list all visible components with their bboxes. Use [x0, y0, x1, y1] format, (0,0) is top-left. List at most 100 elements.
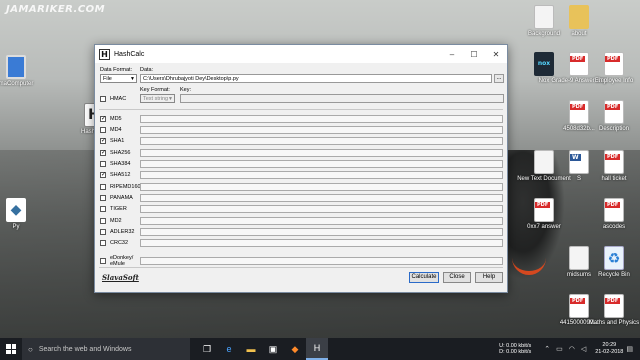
- battery-icon[interactable]: ▭: [556, 345, 563, 353]
- help-button[interactable]: Help: [475, 272, 503, 283]
- hash-result-field[interactable]: [140, 148, 503, 157]
- taskbar-app-app-orange[interactable]: ◆: [284, 338, 306, 360]
- key-input[interactable]: [180, 94, 504, 103]
- algorithm-row: PANAMA: [100, 193, 140, 202]
- clock[interactable]: 20:29 21-02-2018: [595, 342, 623, 356]
- taskbar-app-task-view[interactable]: ❐: [196, 338, 218, 360]
- desktop-icon-python[interactable]: ◆ Py: [0, 198, 44, 231]
- network-speed: U: 0.00 kbit/s D: 0.00 kbit/s: [499, 343, 532, 355]
- algorithm-name: SHA1: [110, 138, 125, 145]
- desktop-icon-about[interactable]: about: [551, 5, 607, 38]
- notification-icon[interactable]: ▤: [626, 345, 633, 353]
- desktop-icon-label: about: [571, 31, 587, 37]
- taskbar-app-hashcalc[interactable]: H: [306, 338, 328, 360]
- window-title: HashCalc: [114, 50, 145, 58]
- pdf-icon: [604, 198, 624, 222]
- start-button[interactable]: [0, 338, 22, 360]
- desktop-icon-description[interactable]: Description: [586, 100, 640, 133]
- chevron-down-icon: ▼: [130, 76, 135, 82]
- file-explorer-icon: ▬: [246, 344, 256, 354]
- algorithm-row: ADLER32: [100, 228, 140, 237]
- algorithm-checkbox[interactable]: [100, 217, 106, 224]
- windows-logo-icon: [6, 344, 16, 354]
- desktop-icon-label: ascodes: [602, 224, 626, 230]
- desktop-icon-employee[interactable]: Employee Info: [586, 52, 640, 85]
- desktop-icon-answer[interactable]: 0xx7 answer: [516, 198, 572, 231]
- chevron-up-icon[interactable]: ⌃: [544, 345, 550, 353]
- desktop-icon-ascodes[interactable]: ascodes: [586, 198, 640, 231]
- algorithm-checkbox[interactable]: [100, 258, 106, 265]
- data-format-label: Data Format:: [100, 67, 133, 73]
- algorithm-row: ✓ SHA256: [100, 148, 140, 157]
- hash-result-field[interactable]: [140, 114, 503, 123]
- algorithm-checkbox[interactable]: [100, 126, 106, 133]
- search-placeholder: Search the web and Windows: [38, 345, 132, 353]
- pdf-icon: [534, 198, 554, 222]
- watermark: JAMARIKER.COM: [6, 4, 106, 15]
- algorithm-name: ADLER32: [110, 229, 135, 235]
- volume-icon[interactable]: ◁: [581, 345, 586, 353]
- taskbar: ○ Search the web and Windows ❐ e ▬ ▣ ◆ H U: 0…: [0, 338, 640, 360]
- hash-result-field[interactable]: [140, 125, 503, 134]
- algorithm-name: MD5: [110, 115, 122, 122]
- desktop-icon-label: Maths and Physics: [588, 320, 640, 326]
- algorithm-checkbox[interactable]: [100, 206, 106, 213]
- calculate-button[interactable]: Calculate: [409, 272, 439, 283]
- algorithm-name: eDonkey/ eMule: [110, 255, 134, 268]
- hashcalc-app-icon: H: [99, 48, 110, 60]
- key-label: Key:: [180, 87, 192, 93]
- hash-result-field[interactable]: [140, 137, 503, 146]
- window-content: Data Format: File ▼ Data: C:\Users\Dhrub…: [95, 63, 507, 294]
- algorithm-row: RIPEMD160: [100, 182, 141, 191]
- taskbar-search[interactable]: ○ Search the web and Windows: [22, 338, 190, 360]
- system-tray: U: 0.00 kbit/s D: 0.00 kbit/s ⌃ ▭ ◠ ◁ 20…: [499, 338, 636, 360]
- hash-result-field[interactable]: [140, 205, 503, 214]
- hmac-checkbox[interactable]: [100, 95, 106, 102]
- hash-result-field[interactable]: [140, 193, 503, 202]
- hash-result-field[interactable]: [140, 182, 503, 191]
- taskbar-app-edge[interactable]: e: [218, 338, 240, 360]
- algorithm-checkbox[interactable]: ✓: [100, 138, 106, 145]
- folder-icon: [569, 5, 589, 29]
- algorithm-name: PANAMA: [110, 194, 133, 201]
- desktop-icon-label: maComputer: [0, 81, 34, 87]
- algorithm-row: SHA384: [100, 159, 140, 168]
- wifi-icon[interactable]: ◠: [569, 345, 575, 353]
- taskbar-app-store[interactable]: ▣: [262, 338, 284, 360]
- algorithm-checkbox[interactable]: ✓: [100, 115, 106, 122]
- hash-result-field[interactable]: [140, 239, 503, 248]
- algorithm-name: TIGER: [110, 206, 127, 213]
- hash-result-field[interactable]: [140, 257, 503, 266]
- desktop-icon-mscomputer[interactable]: maComputer: [0, 55, 44, 88]
- close-window-button[interactable]: ✕: [485, 45, 507, 63]
- maximize-button[interactable]: ☐: [463, 45, 485, 63]
- data-label: Data:: [140, 67, 154, 73]
- desktop-icon-recycle[interactable]: ♻ Recycle Bin: [586, 246, 640, 279]
- data-input[interactable]: C:\Users\Dhrubajyoti Dey\Desktop\p.py: [140, 74, 492, 83]
- minimize-button[interactable]: –: [441, 45, 463, 63]
- key-format-label: Key Format:: [140, 87, 170, 93]
- desktop-icon-label: Employee Info: [594, 78, 634, 84]
- hash-result-field[interactable]: [140, 228, 503, 236]
- clock-time: 20:29: [602, 342, 617, 348]
- algorithm-checkbox[interactable]: [100, 240, 106, 247]
- search-icon: ○: [28, 344, 33, 354]
- taskbar-app-file-explorer[interactable]: ▬: [240, 338, 262, 360]
- key-format-select[interactable]: Text string ▼: [140, 94, 175, 103]
- algorithm-checkbox[interactable]: ✓: [100, 149, 106, 156]
- hash-result-field[interactable]: [140, 216, 503, 225]
- algorithm-checkbox[interactable]: [100, 183, 106, 190]
- close-button[interactable]: Close: [443, 272, 471, 283]
- data-format-select[interactable]: File ▼: [100, 74, 137, 83]
- algorithm-checkbox[interactable]: [100, 160, 106, 167]
- algorithm-checkbox[interactable]: [100, 194, 106, 201]
- desktop-icon-maths[interactable]: Maths and Physics: [586, 294, 640, 327]
- hash-result-field[interactable]: [140, 159, 503, 168]
- title-bar[interactable]: H HashCalc – ☐ ✕: [95, 45, 507, 63]
- algorithm-checkbox[interactable]: ✓: [100, 172, 106, 179]
- algorithm-row: TIGER: [100, 205, 140, 214]
- browse-button[interactable]: ...: [494, 74, 504, 83]
- algorithm-checkbox[interactable]: [100, 229, 106, 235]
- desktop-icon-hallticket[interactable]: hall ticket: [586, 150, 640, 183]
- hash-result-field[interactable]: [140, 171, 503, 180]
